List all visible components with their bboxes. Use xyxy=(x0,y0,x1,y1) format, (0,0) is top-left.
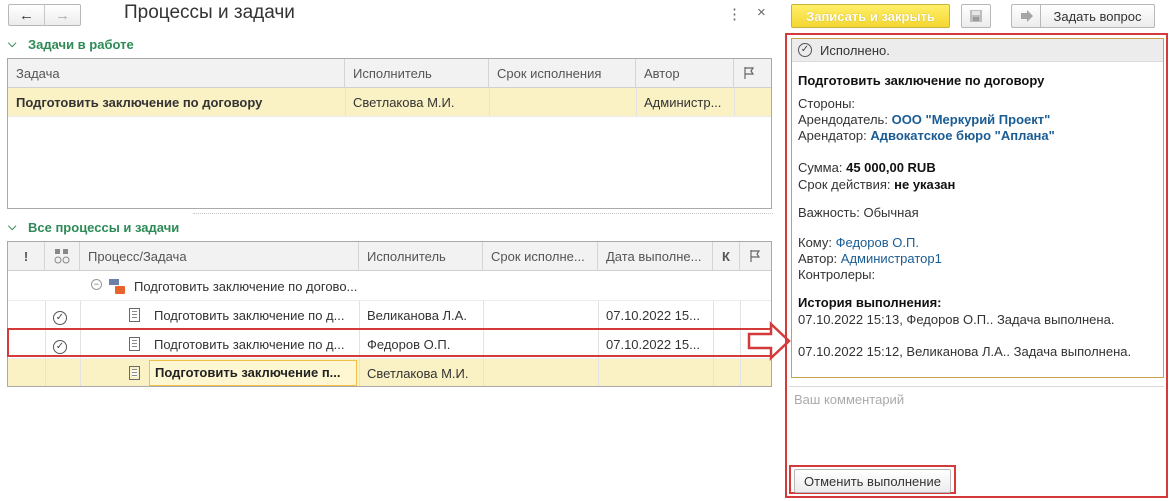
parties-label: Стороны: xyxy=(798,96,856,111)
page-title: Процессы и задачи xyxy=(124,2,295,23)
status-columns-icon xyxy=(54,249,70,264)
status-text: Исполнено. xyxy=(820,42,890,58)
sum-line: Сумма: 45 000,00 RUB xyxy=(798,160,936,175)
write-and-close-button[interactable]: Записать и закрыть xyxy=(791,4,950,28)
validity-value: не указан xyxy=(894,177,956,192)
sum-label: Сумма: xyxy=(798,160,843,175)
cell-task: Подготовить заключение по договору xyxy=(16,95,263,110)
back-button[interactable]: ← xyxy=(9,5,44,25)
save-icon xyxy=(970,10,982,22)
chevron-down-icon: ⌵ xyxy=(8,38,17,50)
column-header-done-date[interactable]: Дата выполне... xyxy=(598,242,713,271)
column-header-performer[interactable]: Исполнитель xyxy=(359,242,483,271)
section-tasks-in-work[interactable]: ⌵ Задачи в работе xyxy=(8,37,134,52)
table-header: ! Процесс/Задача Исполнитель Срок исполн… xyxy=(8,242,771,271)
cell-process: Подготовить заключение по догово... xyxy=(134,279,358,294)
arrow-right-icon xyxy=(1020,10,1033,22)
column-header-importance[interactable]: ! xyxy=(8,242,45,271)
table-row[interactable]: − Подготовить заключение по догово... xyxy=(8,272,771,301)
cell-task-focused[interactable]: Подготовить заключение п... xyxy=(149,360,357,386)
controllers-label: Контролеры: xyxy=(798,267,876,282)
comment-field[interactable]: Ваш комментарий xyxy=(789,386,1164,458)
author-link[interactable]: Администратор1 xyxy=(841,251,942,266)
cell-deadline xyxy=(483,301,598,330)
history-item: 07.10.2022 15:12, Великанова Л.А.. Задач… xyxy=(798,344,1132,359)
column-header-performer[interactable]: Исполнитель xyxy=(345,59,489,88)
process-icon xyxy=(109,279,125,295)
task-document-icon xyxy=(129,366,140,380)
column-header-k[interactable]: К xyxy=(713,242,740,271)
more-menu-icon[interactable]: ⋮ xyxy=(727,5,742,23)
forward-button[interactable]: → xyxy=(44,5,80,25)
close-icon[interactable]: × xyxy=(757,4,766,21)
all-processes-table: ! Процесс/Задача Исполнитель Срок исполн… xyxy=(7,241,772,387)
column-header-deadline[interactable]: Срок исполне... xyxy=(483,242,598,271)
cell-performer: Великанова Л.А. xyxy=(367,308,467,323)
navigation-buttons: ← → xyxy=(8,4,81,26)
ask-question-arrow-button[interactable] xyxy=(1011,4,1041,28)
lessor-link[interactable]: ООО "Меркурий Проект" xyxy=(892,112,1051,127)
highlight-frame-row xyxy=(7,328,772,357)
cancel-execution-button[interactable]: Отменить выполнение xyxy=(794,469,951,493)
column-header-deadline[interactable]: Срок исполнения xyxy=(489,59,636,88)
task-document-icon xyxy=(129,308,140,322)
section-all-processes[interactable]: ⌵ Все процессы и задачи xyxy=(8,220,179,235)
cell-performer: Светлакова М.И. xyxy=(367,366,469,381)
task-title: Подготовить заключение по договору xyxy=(798,73,1045,88)
column-header-process[interactable]: Процесс/Задача xyxy=(80,242,359,271)
cell-deadline xyxy=(483,359,598,386)
to-line: Кому: Федоров О.П. xyxy=(798,235,919,250)
validity-line: Срок действия: не указан xyxy=(798,177,955,192)
completed-check-icon: ✓ xyxy=(53,308,67,325)
completed-check-icon: ✓ xyxy=(798,43,812,57)
sum-value: 45 000,00 RUB xyxy=(846,160,936,175)
history-title: История выполнения: xyxy=(798,295,942,310)
history-item: 07.10.2022 15:13, Федоров О.П.. Задача в… xyxy=(798,312,1115,327)
chevron-down-icon: ⌵ xyxy=(8,221,17,233)
column-header-status[interactable] xyxy=(45,242,80,271)
author-label: Автор: xyxy=(798,251,838,266)
divider xyxy=(193,213,773,214)
task-info-panel: ✓ Исполнено. Подготовить заключение по д… xyxy=(791,38,1164,378)
lessee-link[interactable]: Адвокатское бюро "Аплана" xyxy=(870,128,1054,143)
validity-label: Срок действия: xyxy=(798,177,891,192)
tasks-in-work-table: Задача Исполнитель Срок исполнения Автор… xyxy=(7,58,772,209)
table-row[interactable]: ✓ Подготовить заключение по д... Великан… xyxy=(8,301,771,330)
flag-icon xyxy=(744,67,755,79)
table-header: Задача Исполнитель Срок исполнения Автор xyxy=(8,59,771,88)
arrow-right-icon: → xyxy=(55,6,70,24)
column-header-flag[interactable] xyxy=(740,242,771,271)
importance-line: Важность: Обычная xyxy=(798,205,919,220)
cell-task: Подготовить заключение по д... xyxy=(154,308,345,323)
lessor-label: Арендодатель: xyxy=(798,112,888,127)
save-button[interactable] xyxy=(961,4,991,28)
to-label: Кому: xyxy=(798,235,832,250)
to-link[interactable]: Федоров О.П. xyxy=(836,235,919,250)
section-title: Задачи в работе xyxy=(28,37,134,52)
cell-deadline xyxy=(489,88,636,117)
importance-label: Важность: xyxy=(798,205,860,220)
column-header-author[interactable]: Автор xyxy=(636,59,734,88)
importance-value: Обычная xyxy=(863,205,919,220)
cell-done-date xyxy=(598,359,713,386)
collapse-icon[interactable]: − xyxy=(91,279,102,290)
lessee-line: Арендатор: Адвокатское бюро "Аплана" xyxy=(798,128,1055,143)
author-line: Автор: Администратор1 xyxy=(798,251,942,266)
cell-performer: Светлакова М.И. xyxy=(353,95,455,110)
table-row[interactable]: Подготовить заключение п... Светлакова М… xyxy=(8,359,771,386)
arrow-left-icon: ← xyxy=(19,6,34,24)
lessor-line: Арендодатель: ООО "Меркурий Проект" xyxy=(798,112,1050,127)
cell-done-date: 07.10.2022 15... xyxy=(606,308,700,323)
section-title: Все процессы и задачи xyxy=(28,220,180,235)
cell-author: Администр... xyxy=(644,95,722,110)
ask-question-button[interactable]: Задать вопрос xyxy=(1040,4,1155,28)
table-row[interactable]: Подготовить заключение по договору Светл… xyxy=(8,88,771,117)
flag-icon xyxy=(750,250,761,262)
status-bar: ✓ Исполнено. xyxy=(792,39,1163,62)
column-header-task[interactable]: Задача xyxy=(8,59,345,88)
lessee-label: Арендатор: xyxy=(798,128,867,143)
column-header-flag[interactable] xyxy=(734,59,771,88)
